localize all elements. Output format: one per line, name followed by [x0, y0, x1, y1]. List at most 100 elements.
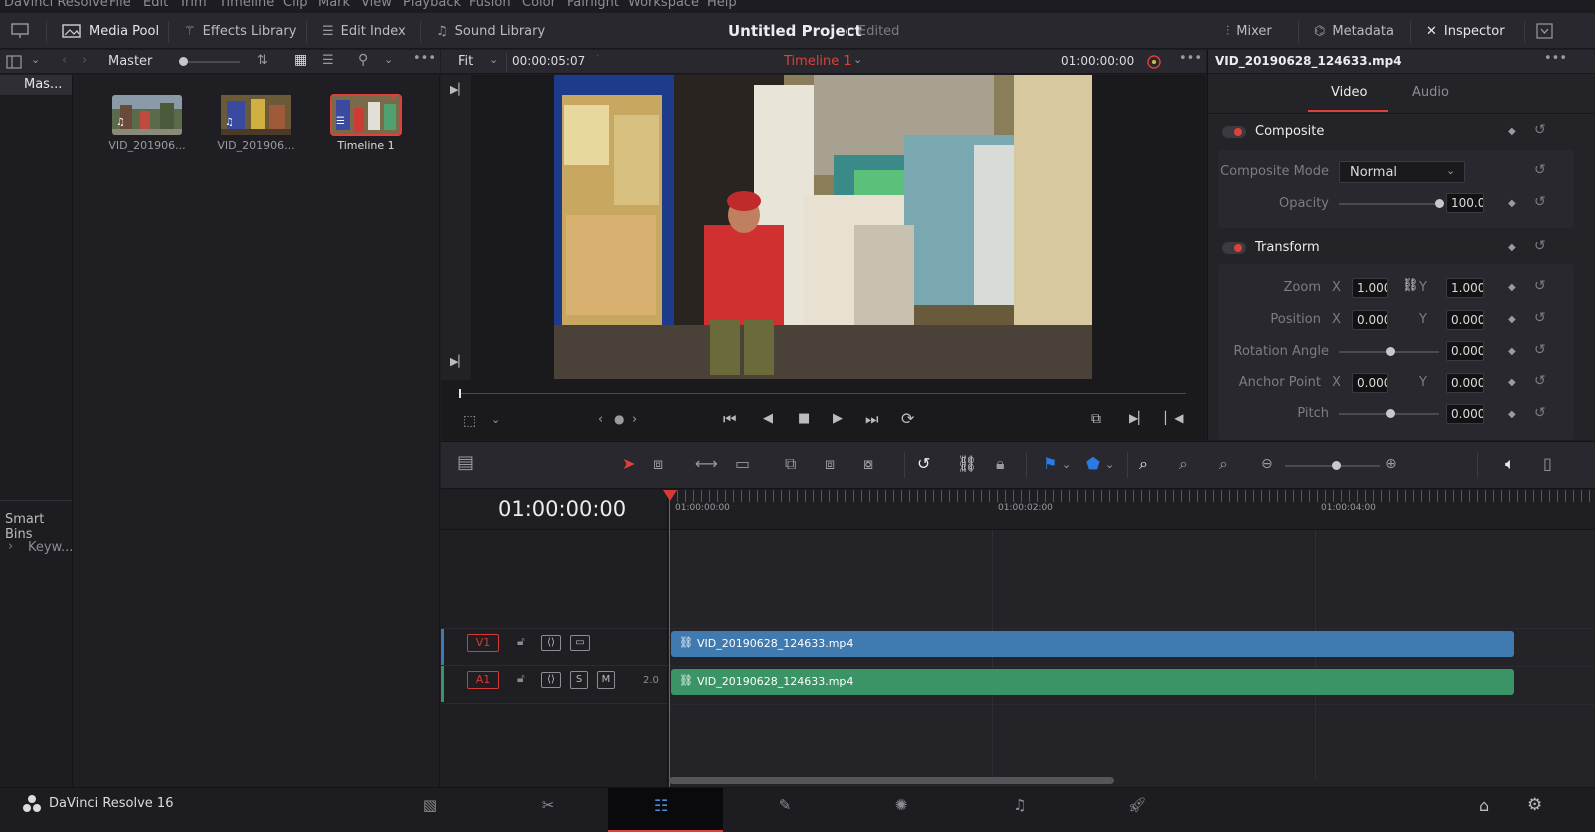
back-arrow-icon[interactable]: ‹: [62, 53, 67, 68]
keyframe-diamond-icon[interactable]: ◆: [1508, 409, 1516, 420]
selection-tool-icon[interactable]: ➤: [622, 454, 635, 473]
fairlight-page-icon[interactable]: ♫: [995, 796, 1045, 814]
audio-volume-icon[interactable]: 🔈︎: [1505, 454, 1515, 474]
mark-in-icon[interactable]: ▶▏: [450, 83, 467, 96]
mixer-button[interactable]: ⫶ Mixer: [1226, 13, 1272, 49]
anchor-y-value[interactable]: 0.000: [1446, 373, 1484, 393]
video-clip[interactable]: ⛓ VID_20190628_124633.mp4: [671, 631, 1514, 657]
menu-color[interactable]: Color: [522, 0, 556, 10]
auto-track-select-icon[interactable]: ⟨⟩: [541, 635, 561, 651]
grid-view-icon[interactable]: ▦: [294, 52, 307, 68]
opacity-value[interactable]: 100.00: [1446, 193, 1484, 213]
position-x-value[interactable]: 0.000: [1352, 310, 1388, 330]
sound-library-button[interactable]: ♫ Sound Library: [436, 13, 545, 49]
detail-zoom-icon[interactable]: ⌕: [1179, 454, 1188, 474]
auto-track-select-icon[interactable]: ⟨⟩: [541, 672, 561, 688]
reset-icon[interactable]: ↺: [1534, 238, 1546, 254]
menu-trim[interactable]: Trim: [179, 0, 207, 10]
sort-icon[interactable]: ⇅: [257, 53, 268, 68]
loop-icon[interactable]: ⟳: [901, 409, 914, 428]
tab-audio[interactable]: Audio: [1398, 76, 1458, 112]
clip-thumbnail-1[interactable]: ♫: [112, 95, 182, 135]
keyframe-diamond-icon[interactable]: ◆: [1508, 314, 1516, 325]
timeline-ruler[interactable]: 01:00:00:00 01:00:02:00 01:00:04:00: [669, 490, 1595, 530]
stop-icon[interactable]: ■: [798, 411, 810, 426]
timeline-scrollbar[interactable]: [669, 777, 1114, 784]
track-label-a1[interactable]: A1: [467, 671, 499, 689]
track-lock-icon[interactable]: 🔓︎: [517, 634, 525, 649]
custom-zoom-icon[interactable]: ⌕: [1219, 454, 1228, 474]
anchor-x-value[interactable]: 0.000: [1352, 373, 1388, 393]
timeline-dropdown-icon[interactable]: ⌄: [853, 53, 862, 66]
composite-mode-select[interactable]: Normal ⌄: [1339, 161, 1465, 183]
thumbnail-size-knob[interactable]: [179, 57, 188, 66]
zoom-in-icon[interactable]: ⊕: [1385, 456, 1397, 472]
viewer-scrubber[interactable]: [459, 393, 1186, 394]
audio-meter-icon[interactable]: ▯: [1543, 454, 1552, 473]
keyframe-diamond-icon[interactable]: ◆: [1508, 198, 1516, 209]
menu-app[interactable]: DaVinci Resolve: [4, 0, 108, 10]
flag-dropdown-icon[interactable]: ⌄: [1062, 458, 1071, 471]
position-lock-icon[interactable]: 🔒︎: [996, 454, 1005, 474]
reset-icon[interactable]: ↺: [1534, 373, 1546, 389]
tab-video[interactable]: Video: [1308, 76, 1388, 112]
media-pool-button[interactable]: Media Pool: [62, 13, 159, 49]
menu-clip[interactable]: Clip: [283, 0, 308, 10]
play-reverse-icon[interactable]: ◀: [763, 411, 773, 426]
keyframe-diamond-icon[interactable]: ◆: [1508, 242, 1516, 253]
menu-fusion[interactable]: Fusion: [469, 0, 511, 10]
flag-icon[interactable]: ⚑: [1043, 454, 1057, 473]
search-icon[interactable]: ⚲: [358, 52, 368, 68]
match-frame-icon[interactable]: ⧉: [1091, 411, 1101, 427]
opacity-slider[interactable]: [1339, 203, 1439, 205]
fusion-page-icon[interactable]: ✎: [760, 796, 810, 814]
prev-edit-icon[interactable]: ▏◀: [1165, 411, 1183, 425]
scrubber-handle[interactable]: [459, 389, 461, 398]
menu-file[interactable]: File: [109, 0, 131, 10]
zoom-out-icon[interactable]: ⊖: [1261, 456, 1273, 472]
insert-clip-icon[interactable]: ⧉: [785, 454, 796, 474]
composite-toggle[interactable]: [1222, 126, 1246, 138]
reset-icon[interactable]: ↺: [1534, 310, 1546, 326]
edit-page-tab[interactable]: ☷: [608, 788, 723, 832]
solo-button[interactable]: S: [570, 671, 588, 689]
menu-view[interactable]: View: [361, 0, 392, 10]
list-view-icon[interactable]: ☰: [322, 53, 334, 68]
media-page-icon[interactable]: ▧: [405, 796, 455, 814]
opacity-knob[interactable]: [1435, 199, 1444, 208]
play-icon[interactable]: ▶: [833, 411, 843, 426]
menu-workspace[interactable]: Workspace: [628, 0, 699, 10]
more-options-icon[interactable]: •••: [1544, 51, 1567, 66]
next-keyframe-icon[interactable]: ›: [632, 412, 637, 427]
sidebar-toggle-icon[interactable]: [6, 55, 22, 69]
zoom-y-value[interactable]: 1.000: [1446, 278, 1484, 298]
snapping-icon[interactable]: ↺: [917, 454, 930, 473]
next-edit-icon[interactable]: ▶▏: [1129, 411, 1147, 425]
reset-icon[interactable]: ↺: [1534, 342, 1546, 358]
timeline-zoom-knob[interactable]: [1332, 461, 1341, 470]
pitch-value[interactable]: 0.000: [1446, 404, 1484, 424]
disable-video-icon[interactable]: ▭: [570, 635, 590, 651]
mute-button[interactable]: M: [597, 671, 615, 689]
metadata-button[interactable]: ⌬ Metadata: [1314, 13, 1394, 49]
pitch-knob[interactable]: [1386, 409, 1395, 418]
rotation-knob[interactable]: [1386, 347, 1395, 356]
jump-to-end-icon[interactable]: ⏭: [865, 410, 879, 428]
deliver-page-icon[interactable]: 🚀︎: [1112, 796, 1162, 814]
jump-to-start-icon[interactable]: ⏮: [723, 410, 737, 428]
zoom-x-value[interactable]: 1.000: [1352, 278, 1388, 298]
menu-fairlight[interactable]: Fairlight: [567, 0, 619, 10]
keyframe-diamond-icon[interactable]: ◆: [1508, 282, 1516, 293]
track-label-v1[interactable]: V1: [467, 634, 499, 652]
playhead[interactable]: [669, 490, 670, 787]
audio-clip[interactable]: ⛓ VID_20190628_124633.mp4: [671, 669, 1514, 695]
transform-toggle[interactable]: [1222, 242, 1246, 254]
track-lock-icon[interactable]: 🔓︎: [517, 671, 525, 686]
thumbnail-size-slider[interactable]: [180, 61, 240, 63]
clip-thumbnail-2[interactable]: ♫: [221, 95, 291, 135]
reset-icon[interactable]: ↺: [1534, 162, 1546, 178]
dynamic-trim-icon[interactable]: ⟷: [695, 454, 718, 473]
panel-layout-button[interactable]: [10, 13, 30, 49]
menu-playback[interactable]: Playback: [403, 0, 461, 10]
playback-sync-icon[interactable]: [1145, 53, 1163, 71]
